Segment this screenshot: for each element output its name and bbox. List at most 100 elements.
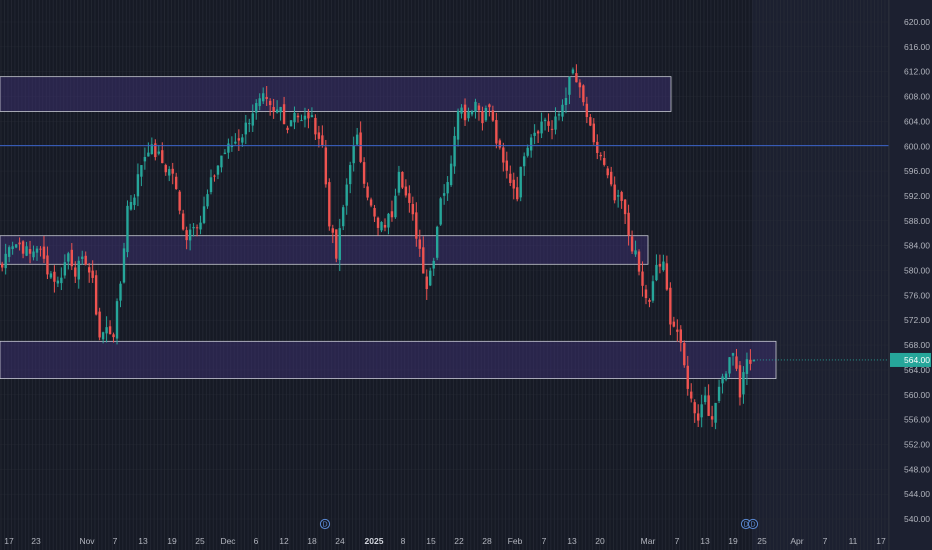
candle-body <box>213 175 216 177</box>
candle-body <box>126 205 129 253</box>
time-tick-label: 8 <box>401 536 406 546</box>
candle-body <box>731 353 735 356</box>
candle-body <box>282 104 286 125</box>
candle-body <box>498 140 502 148</box>
candle-body <box>442 193 446 196</box>
candle-body <box>415 212 418 239</box>
candle-body <box>728 357 731 374</box>
candle-body <box>380 221 383 231</box>
time-tick-label: 7 <box>823 536 828 546</box>
candle-body <box>474 101 477 112</box>
price-tick-label: 596.00 <box>904 166 930 176</box>
candle-body <box>133 197 136 206</box>
candle-body <box>571 69 575 74</box>
candle-body <box>634 250 637 255</box>
time-tick-label: 25 <box>195 536 205 546</box>
candle-body <box>463 104 467 121</box>
candle-body <box>745 359 749 374</box>
candle-body <box>42 246 46 259</box>
candle-body <box>84 255 87 265</box>
candle-body <box>383 224 387 228</box>
candle-body <box>516 187 519 200</box>
candle-body <box>470 111 474 115</box>
time-tick-label: 13 <box>700 536 710 546</box>
candle-body <box>679 329 682 343</box>
candle-body <box>523 156 526 167</box>
candle-body <box>710 416 714 420</box>
candle-body <box>644 289 648 299</box>
candle-body <box>171 168 174 174</box>
candle-body <box>248 123 251 125</box>
candle-body <box>453 135 456 167</box>
time-tick-label: 7 <box>113 536 118 546</box>
candle-body <box>140 165 143 177</box>
candle-body <box>303 115 307 120</box>
candle-body <box>589 117 592 126</box>
candle-body <box>446 182 449 194</box>
candle-body <box>362 162 366 184</box>
candle-body <box>188 229 192 241</box>
candle-body <box>735 356 738 369</box>
price-tick-label: 572.00 <box>904 315 930 325</box>
candle-body <box>509 173 512 183</box>
candle-body <box>543 119 547 122</box>
candle-body <box>700 404 703 418</box>
candle-body <box>310 115 314 118</box>
time-tick-label: 28 <box>482 536 492 546</box>
candle-body <box>345 184 348 206</box>
candle-body <box>477 105 481 111</box>
candle-body <box>317 132 321 139</box>
candle-body <box>35 248 39 253</box>
candle-body <box>606 168 609 176</box>
candle-body <box>429 270 432 286</box>
price-tick-label: 592.00 <box>904 191 930 201</box>
candle-body <box>568 76 571 95</box>
candle-body <box>241 137 244 143</box>
candle-body <box>411 204 415 215</box>
candle-body <box>505 160 508 171</box>
candle-body <box>481 111 484 124</box>
candle-body <box>119 283 122 301</box>
candle-body <box>717 386 721 401</box>
price-tick-label: 548.00 <box>904 464 930 474</box>
candle-body <box>220 155 223 168</box>
candle-body <box>300 120 303 122</box>
candle-body <box>293 112 296 123</box>
price-tick-label: 576.00 <box>904 290 930 300</box>
time-tick-label: 6 <box>254 536 259 546</box>
candle-body <box>164 165 167 173</box>
candle-body <box>67 253 70 262</box>
candle-body <box>307 112 310 119</box>
candle-body <box>255 103 258 113</box>
time-tick-label: 2025 <box>365 536 384 546</box>
candle-body <box>401 171 404 188</box>
candle-body <box>488 104 491 108</box>
time-tick-label: 19 <box>167 536 177 546</box>
candle-body <box>314 117 317 135</box>
candle-body <box>7 247 11 257</box>
candle-body <box>195 227 199 229</box>
candle-body <box>620 192 623 201</box>
candle-body <box>39 248 42 250</box>
candle-body <box>192 227 195 229</box>
candle-body <box>610 171 613 185</box>
candle-body <box>88 267 91 273</box>
time-tick-label: 24 <box>335 536 345 546</box>
candle-body <box>707 395 710 416</box>
dividend-marker-label: D <box>750 522 755 529</box>
candle-body <box>616 195 620 197</box>
candle-body <box>422 247 425 274</box>
candle-body <box>81 256 84 259</box>
candle-body <box>456 110 460 140</box>
time-tick-label: 7 <box>675 536 680 546</box>
candle-body <box>390 211 394 218</box>
candle-body <box>585 103 589 117</box>
candlestick-chart: 540.00 544.00 548.00 552.00 556.00 560.00 564.… <box>0 0 932 550</box>
candle-body <box>547 121 550 126</box>
candle-body <box>147 152 150 157</box>
time-tick-label: 18 <box>307 536 317 546</box>
candle-body <box>436 226 439 258</box>
price-tick-label: 608.00 <box>904 92 930 102</box>
candle-body <box>178 191 181 211</box>
time-tick-label: Nov <box>79 536 95 546</box>
